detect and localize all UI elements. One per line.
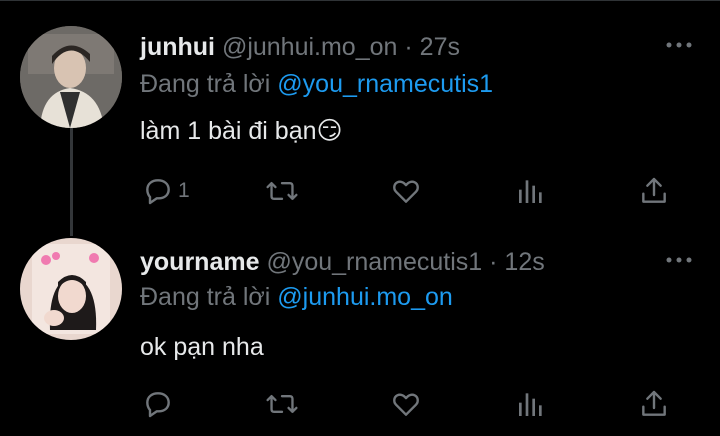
avatar-yourname[interactable] xyxy=(20,238,122,340)
share-icon xyxy=(642,177,666,203)
top-divider xyxy=(0,0,720,1)
tweet-text: ok pạn nha xyxy=(140,333,264,361)
timestamp[interactable]: · 27s xyxy=(404,33,460,61)
timestamp[interactable]: · 12s xyxy=(489,248,545,276)
thread-connector xyxy=(70,128,73,236)
share-icon xyxy=(642,390,666,416)
replying-to: Đang trả lời @you_rnamecutis1 xyxy=(140,70,493,99)
replying-to-mention[interactable]: @junhui.mo_on xyxy=(277,283,453,311)
like-icon xyxy=(393,393,419,416)
replying-to: Đang trả lời @junhui.mo_on xyxy=(140,283,453,312)
more-icon xyxy=(666,42,692,48)
retweet-button[interactable] xyxy=(265,388,299,420)
views-button[interactable] xyxy=(516,388,546,420)
more-icon xyxy=(666,257,692,263)
retweet-icon xyxy=(266,181,298,201)
replying-to-label: Đang trả lời xyxy=(140,283,271,311)
tweet-header: junhui @junhui.mo_on · 27s xyxy=(140,33,460,62)
display-name[interactable]: junhui xyxy=(140,33,215,61)
display-name[interactable]: yourname xyxy=(140,248,259,276)
avatar-junhui[interactable] xyxy=(20,26,122,128)
reply-icon xyxy=(146,392,170,418)
views-icon xyxy=(519,180,542,203)
replying-to-label: Đang trả lời xyxy=(140,70,271,98)
share-button[interactable] xyxy=(638,175,670,207)
like-button[interactable] xyxy=(390,175,422,207)
like-button[interactable] xyxy=(390,388,422,420)
retweet-button[interactable] xyxy=(265,175,299,207)
views-button[interactable] xyxy=(516,175,546,207)
share-button[interactable] xyxy=(638,388,670,420)
reply-count: 1 xyxy=(178,179,190,202)
user-handle[interactable]: @junhui.mo_on xyxy=(222,33,398,61)
user-handle[interactable]: @you_rnamecutis1 xyxy=(266,248,482,276)
more-options-button[interactable] xyxy=(664,38,694,52)
reply-button[interactable] xyxy=(142,175,174,207)
tweet-header: yourname @you_rnamecutis1 · 12s xyxy=(140,248,545,277)
reply-icon xyxy=(146,179,170,205)
more-options-button[interactable] xyxy=(664,253,694,267)
views-icon xyxy=(519,393,542,416)
tweet-text: làm 1 bài đi bạn😏 xyxy=(140,117,343,145)
replying-to-mention[interactable]: @you_rnamecutis1 xyxy=(277,70,493,98)
reply-button[interactable] xyxy=(142,388,174,420)
retweet-icon xyxy=(266,394,298,414)
like-icon xyxy=(393,180,419,203)
